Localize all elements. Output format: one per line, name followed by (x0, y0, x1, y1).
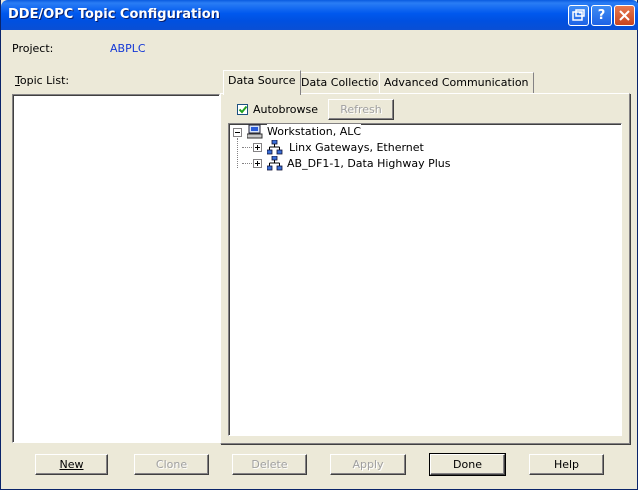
tab-advanced-communication[interactable]: Advanced Communication (379, 72, 534, 93)
title-bar[interactable]: DDE/OPC Topic Configuration ? (1, 0, 638, 30)
apply-button[interactable]: Apply (330, 454, 406, 475)
help-icon: ? (597, 8, 606, 23)
topic-list[interactable] (12, 94, 220, 443)
tree-node-linx-gateways-label: Linx Gateways, Ethernet (289, 141, 424, 154)
dde-opc-topic-configuration-window: DDE/OPC Topic Configuration ? Project: A… (0, 0, 638, 490)
autobrowse-checkbox[interactable] (237, 104, 248, 115)
new-button-label: New (59, 458, 84, 471)
clone-button[interactable]: Clone (134, 454, 209, 475)
window-title: DDE/OPC Topic Configuration (8, 7, 220, 22)
topic-list-label: Topic List: (15, 74, 70, 87)
plus-icon (255, 161, 260, 166)
close-button[interactable] (614, 5, 635, 26)
help-title-button[interactable]: ? (591, 5, 612, 26)
project-label: Project: (12, 42, 54, 55)
topic-list-label-rest: opic List: (19, 74, 70, 87)
tree-collapse-toggle[interactable] (233, 128, 242, 137)
workstation-icon (247, 124, 263, 139)
tab-data-source-label: Data Source (228, 74, 296, 87)
tree-line (242, 163, 252, 164)
done-button-label: Done (453, 458, 482, 471)
network-icon (267, 140, 283, 155)
done-button[interactable]: Done (429, 453, 506, 476)
minus-icon (235, 132, 240, 133)
tab-data-collection-label: Data Collection (301, 76, 386, 89)
clone-button-label: Clone (155, 458, 188, 471)
tab-data-source[interactable]: Data Source (223, 70, 301, 95)
tree-node-ab-df1-label: AB_DF1-1, Data Highway Plus (287, 157, 451, 170)
close-icon (619, 10, 630, 21)
delete-button-label: Delete (251, 458, 288, 471)
tree-node-workstation-label: Workstation, ALC (267, 124, 362, 140)
help-button-label: Help (553, 458, 580, 471)
data-source-tree[interactable]: Workstation, ALC Linx Gateways, Ethernet (228, 123, 622, 436)
checkmark-icon (238, 105, 248, 114)
network-icon (267, 156, 283, 171)
restore-button[interactable] (568, 5, 589, 26)
tree-line (237, 138, 238, 168)
project-value: ABPLC (110, 42, 146, 55)
tree-line (242, 147, 252, 148)
tree-expand-toggle[interactable] (253, 143, 262, 152)
refresh-button-label: Refresh (340, 103, 382, 116)
autobrowse-label: Autobrowse (253, 103, 319, 116)
apply-button-label: Apply (352, 458, 384, 471)
restore-icon (572, 9, 585, 21)
tree-expand-toggle[interactable] (253, 159, 262, 168)
help-button[interactable]: Help (529, 454, 604, 475)
delete-button[interactable]: Delete (232, 454, 307, 475)
tab-advanced-communication-label: Advanced Communication (384, 76, 529, 89)
refresh-button[interactable]: Refresh (328, 99, 394, 120)
new-button[interactable]: New (35, 454, 108, 475)
tab-data-collection[interactable]: Data Collection (296, 72, 391, 93)
plus-icon (255, 145, 260, 150)
